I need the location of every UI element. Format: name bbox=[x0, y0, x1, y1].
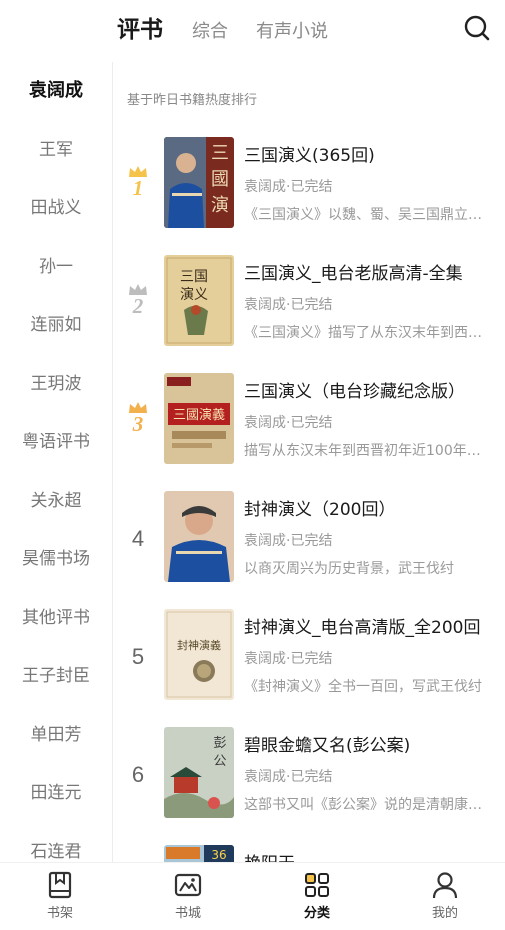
app-root: 评书 综合 有声小说 袁阔成 王军 田战义 孙一 连丽如 王玥波 粤语评书 关永… bbox=[0, 0, 505, 930]
book-title: 封神演义（200回） bbox=[244, 500, 396, 520]
category-icon bbox=[305, 873, 329, 897]
sidebar-item-wangzifengchen[interactable]: 王子封臣 bbox=[0, 647, 112, 706]
tab-zonghe[interactable]: 综合 bbox=[192, 16, 228, 48]
sidebar-item-sunyi[interactable]: 孙一 bbox=[0, 238, 112, 297]
bookstore-icon bbox=[174, 873, 202, 897]
book-cover: 三 國 演 bbox=[164, 137, 234, 228]
svg-text:三国: 三国 bbox=[180, 269, 208, 285]
sidebar-item-shilianjun[interactable]: 石连君 bbox=[0, 823, 112, 863]
book-cover: 三国 演义 bbox=[164, 255, 234, 346]
nav-bookshelf[interactable]: 书架 bbox=[20, 871, 100, 921]
rank-badge: 6 bbox=[131, 762, 145, 787]
book-meta: 袁阔成·已完结 bbox=[244, 415, 333, 431]
book-item[interactable]: 6 彭 公 碧眼金蟾又名(彭公案) 袁阔成·已完结 这部书又叫《彭公案》说的是清… bbox=[113, 727, 505, 845]
sidebar-item-yuankuocheng[interactable]: 袁阔成 bbox=[0, 62, 112, 121]
sidebar-item-tianzhanyi[interactable]: 田战义 bbox=[0, 179, 112, 238]
top-header: 评书 综合 有声小说 bbox=[0, 0, 505, 62]
profile-icon bbox=[432, 872, 458, 899]
svg-text:國: 國 bbox=[211, 169, 229, 190]
book-item[interactable]: 2 三国 演义 三国演义_电台老版高清-全集 袁阔成·已完结 《三国演义》描写了… bbox=[113, 255, 505, 373]
book-item[interactable]: 4 封神演义（200回） 袁阔成·已完结 以商灭周兴为历史背景，武王伐纣 bbox=[113, 491, 505, 609]
book-item[interactable]: 3 三國演義 三国演义（电台珍藏纪念版） 袁阔成·已完结 描写从东汉末年到西晋初… bbox=[113, 373, 505, 491]
bookshelf-icon bbox=[48, 871, 72, 899]
book-description: 《三国演义》以魏、蜀、吴三国鼎立的历史为背景 bbox=[244, 207, 494, 223]
book-meta: 袁阔成·已完结 bbox=[244, 297, 333, 313]
book-title: 碧眼金蟾又名(彭公案) bbox=[244, 736, 411, 756]
book-title: 三国演义（电台珍藏纪念版） bbox=[244, 382, 465, 402]
nav-bookstore[interactable]: 书城 bbox=[148, 871, 228, 921]
rank-badge: 3 bbox=[123, 401, 153, 435]
book-ranking-list: 基于昨日书籍热度排行 1 三 國 演 三国演义(365回) 袁阔成·已完结 《三… bbox=[113, 62, 505, 862]
svg-text:演: 演 bbox=[211, 195, 229, 216]
book-description: 描写从东汉末年到西晋初年近100年的历史 bbox=[244, 443, 494, 459]
sidebar-item-cantonese[interactable]: 粤语评书 bbox=[0, 413, 112, 472]
book-item[interactable]: 36 艳阳天 bbox=[113, 845, 505, 862]
svg-text:36: 36 bbox=[211, 848, 226, 862]
svg-text:封神演義: 封神演義 bbox=[177, 638, 221, 652]
sidebar-item-wangjun[interactable]: 王军 bbox=[0, 121, 112, 180]
tab-audio-novel[interactable]: 有声小说 bbox=[256, 16, 328, 48]
sidebar-item-haoru[interactable]: 昊儒书场 bbox=[0, 530, 112, 589]
svg-text:演义: 演义 bbox=[180, 287, 208, 303]
sidebar-item-wangyuebo[interactable]: 王玥波 bbox=[0, 355, 112, 414]
rank-badge: 5 bbox=[131, 644, 145, 669]
ranking-subtitle: 基于昨日书籍热度排行 bbox=[127, 93, 258, 108]
book-cover: 封神演義 bbox=[164, 609, 234, 700]
book-cover: 36 bbox=[164, 845, 234, 862]
book-meta: 袁阔成·已完结 bbox=[244, 769, 333, 785]
sidebar-item-shantianfang[interactable]: 单田芳 bbox=[0, 706, 112, 765]
book-description: 以商灭周兴为历史背景，武王伐纣 bbox=[244, 561, 454, 577]
search-button[interactable] bbox=[463, 14, 491, 42]
book-item[interactable]: 1 三 國 演 三国演义(365回) 袁阔成·已完结 《三国演义》以魏、蜀、吴三… bbox=[113, 137, 505, 255]
svg-text:彭: 彭 bbox=[213, 736, 226, 751]
nav-profile[interactable]: 我的 bbox=[405, 871, 485, 921]
sidebar-item-lianliru[interactable]: 连丽如 bbox=[0, 296, 112, 355]
book-item[interactable]: 5 封神演義 封神演义_电台高清版_全200回 袁阔成·已完结 《封神演义》全书… bbox=[113, 609, 505, 727]
svg-text:三國演義: 三國演義 bbox=[173, 407, 225, 423]
svg-text:公: 公 bbox=[213, 754, 226, 769]
sidebar-item-other[interactable]: 其他评书 bbox=[0, 589, 112, 648]
rank-badge: 4 bbox=[131, 526, 145, 551]
search-icon bbox=[464, 15, 490, 41]
book-title: 三国演义(365回) bbox=[244, 146, 375, 166]
svg-text:三: 三 bbox=[211, 143, 229, 164]
book-title: 艳阳天 bbox=[244, 849, 494, 862]
book-cover: 彭 公 bbox=[164, 727, 234, 818]
bottom-navigation: 书架 书城 分类 我的 bbox=[0, 862, 505, 930]
rank-badge: 2 bbox=[123, 283, 153, 317]
book-cover: 三國演義 bbox=[164, 373, 234, 464]
category-sidebar: 袁阔成 王军 田战义 孙一 连丽如 王玥波 粤语评书 关永超 昊儒书场 其他评书… bbox=[0, 62, 112, 862]
book-meta: 袁阔成·已完结 bbox=[244, 651, 333, 667]
book-meta: 袁阔成·已完结 bbox=[244, 179, 333, 195]
sidebar-item-guanyongchao[interactable]: 关永超 bbox=[0, 472, 112, 531]
sidebar-item-tianlianyuan[interactable]: 田连元 bbox=[0, 764, 112, 823]
book-title: 封神演义_电台高清版_全200回 bbox=[244, 618, 481, 638]
book-description: 《封神演义》全书一百回，写武王伐纣 bbox=[244, 679, 482, 695]
book-meta: 袁阔成·已完结 bbox=[244, 533, 333, 549]
rank-badge: 1 bbox=[123, 165, 153, 199]
nav-category[interactable]: 分类 bbox=[277, 871, 357, 921]
book-description: 《三国演义》描写了从东汉末年到西晋初年 bbox=[244, 325, 494, 341]
book-cover bbox=[164, 491, 234, 582]
book-description: 这部书又叫《彭公案》说的是清朝康熙年间 bbox=[244, 797, 494, 813]
tab-pingshu[interactable]: 评书 bbox=[117, 14, 163, 46]
book-title: 三国演义_电台老版高清-全集 bbox=[244, 264, 463, 284]
